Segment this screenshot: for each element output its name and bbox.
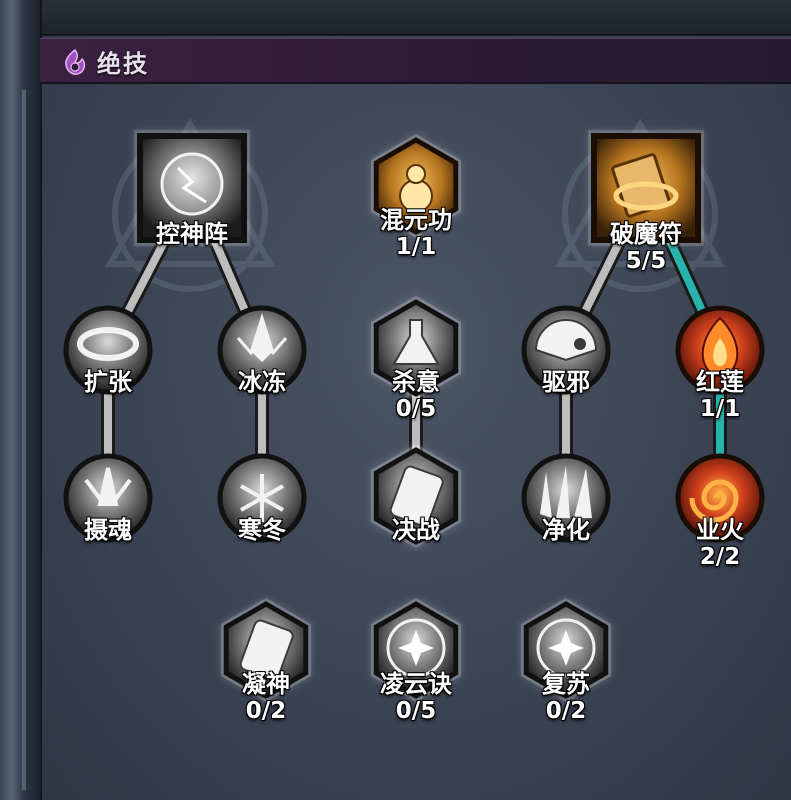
skill-name: 驱邪 <box>542 368 590 396</box>
skill-level-count: 5/5 <box>625 248 667 274</box>
skill-level-count: 0/5 <box>395 698 437 724</box>
skill-level-count: 1/1 <box>699 396 741 422</box>
skill-name: 控神阵 <box>156 220 228 248</box>
skill-name: 决战 <box>392 516 440 544</box>
skill-name: 冰冻 <box>238 368 286 396</box>
skill-name: 摄魂 <box>84 516 132 544</box>
skill-name: 破魔符 <box>610 220 682 248</box>
skill-name: 业火 <box>696 516 744 544</box>
skill-name: 杀意 <box>392 368 440 396</box>
skill-name: 复苏 <box>542 670 590 698</box>
skill-name: 寒冬 <box>238 516 286 544</box>
skill-level-count: 0/5 <box>395 396 437 422</box>
skill-level-count: 2/2 <box>699 544 741 570</box>
skill-name: 红莲 <box>696 368 744 396</box>
skill-level-count: 1/1 <box>395 234 437 260</box>
skill-name: 凌云诀 <box>380 670 452 698</box>
skill-level-count: 0/2 <box>245 698 287 724</box>
skill-name: 净化 <box>542 516 590 544</box>
skill-name: 凝神 <box>242 670 290 698</box>
skill-level-count: 0/2 <box>545 698 587 724</box>
lightning-orb-icon <box>160 152 224 216</box>
skill-name: 扩张 <box>84 368 132 396</box>
skill-name: 混元功 <box>380 206 452 234</box>
